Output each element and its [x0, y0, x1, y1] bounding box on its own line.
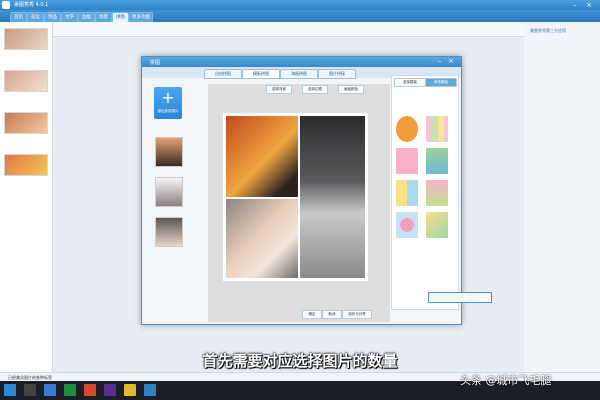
sidebar-thumb[interactable]: [4, 70, 48, 92]
save-share-button[interactable]: 保存与分享: [342, 310, 372, 319]
status-text: 已经美化图片的各种标签: [8, 375, 52, 380]
tab-single-template[interactable]: 单张模板: [425, 78, 457, 87]
right-panel-label: 美图秀秀第三方应用: [530, 28, 566, 33]
search-icon[interactable]: [24, 384, 36, 396]
tab-free-collage[interactable]: 自由拼图: [204, 69, 242, 79]
dialog-title-bar: 拼图 – ×: [142, 57, 461, 67]
template-item[interactable]: [396, 148, 418, 174]
right-panel: 美图秀秀第三方应用: [524, 22, 600, 372]
app-logo-icon: [2, 1, 10, 9]
template-item[interactable]: [426, 148, 448, 174]
app-title-bar: 美图秀秀 4.0.1 – ×: [0, 0, 600, 10]
collage-photo[interactable]: [226, 199, 298, 278]
app-tab-bar: 首页 美化 饰品 文字 边框 场景 拼图 更多功能: [0, 10, 600, 23]
select-border-button[interactable]: 选择边框: [302, 85, 328, 94]
collage-preview: [223, 113, 368, 281]
meitu-icon[interactable]: [144, 384, 156, 396]
image-slot[interactable]: [155, 137, 183, 167]
image-tools-popup: [428, 292, 492, 303]
template-item[interactable]: [396, 212, 418, 238]
minimize-icon[interactable]: –: [570, 1, 580, 9]
tab-poster-collage[interactable]: 海报拼图: [280, 69, 318, 79]
template-item[interactable]: [426, 116, 448, 142]
sidebar: [0, 22, 53, 372]
collage-photo[interactable]: [300, 116, 365, 278]
template-item[interactable]: [426, 180, 448, 206]
sidebar-thumb[interactable]: [4, 154, 48, 176]
tab-select-template[interactable]: 选择模板: [394, 78, 426, 87]
dialog-title: 拼图: [150, 60, 161, 66]
plus-icon: +: [161, 88, 175, 107]
template-item[interactable]: [396, 180, 418, 206]
collage-photo[interactable]: [226, 116, 298, 197]
app-icon[interactable]: [84, 384, 96, 396]
template-item[interactable]: [426, 212, 448, 238]
folder-icon[interactable]: [124, 384, 136, 396]
close-icon[interactable]: ×: [584, 1, 594, 9]
browser-icon[interactable]: [44, 384, 56, 396]
tab-template-collage[interactable]: 模板拼图: [242, 69, 280, 79]
add-images-button[interactable]: + 添加多张图片: [154, 87, 182, 119]
sidebar-thumb[interactable]: [4, 28, 48, 50]
ok-button[interactable]: 确定: [302, 310, 322, 319]
cancel-button[interactable]: 取消: [322, 310, 342, 319]
template-item[interactable]: [396, 116, 418, 142]
app-icon[interactable]: [104, 384, 116, 396]
select-background-button[interactable]: 选择背景: [266, 85, 292, 94]
add-button-label: 添加多张图片: [157, 109, 179, 113]
dialog-close-icon[interactable]: ×: [448, 57, 454, 65]
watermark: 头条 @城市飞毛腿: [460, 374, 552, 387]
image-slot[interactable]: [155, 217, 183, 247]
windows-start-icon[interactable]: [4, 384, 16, 396]
excel-icon[interactable]: [64, 384, 76, 396]
template-panel: 选择模板 单张模板: [391, 75, 459, 310]
main-toolbar: [0, 22, 600, 37]
tab-image-join[interactable]: 图片拼接: [318, 69, 356, 79]
video-subtitle: 首先需要对应选择图片的数量: [202, 352, 398, 370]
collage-dialog: 拼图 – × 自由拼图 模板拼图 海报拼图 图片拼接 + 添加多张图片 选择背景…: [141, 56, 462, 325]
board-color-button[interactable]: 画板颜色: [338, 85, 364, 94]
image-slot[interactable]: [155, 177, 183, 207]
sidebar-thumb[interactable]: [4, 112, 48, 134]
app-title: 美图秀秀 4.0.1: [14, 2, 49, 8]
dialog-minimize-icon[interactable]: –: [438, 57, 442, 65]
